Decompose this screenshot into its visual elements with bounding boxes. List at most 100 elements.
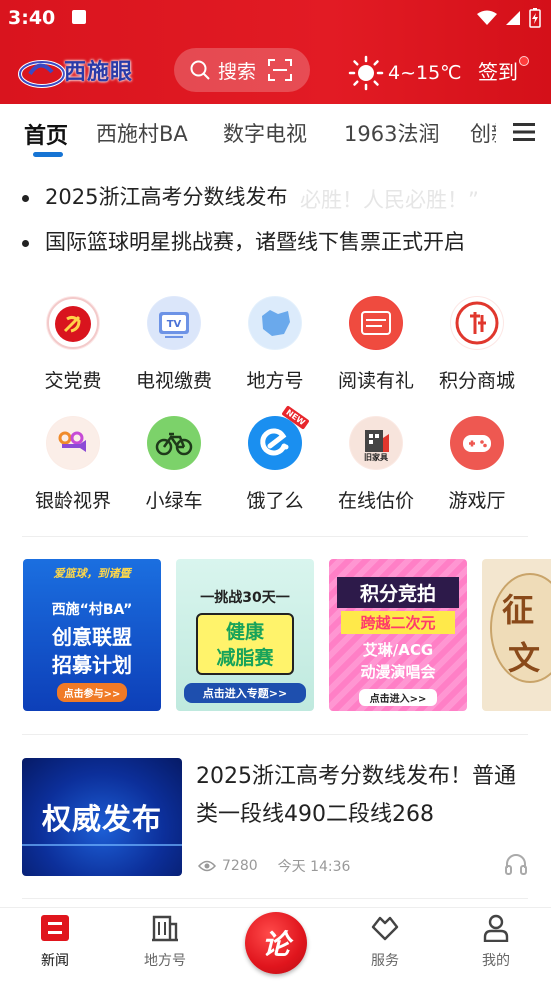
banner-text: 跨越二次元 bbox=[341, 611, 455, 634]
eye-icon bbox=[198, 860, 216, 872]
banner-points-auction[interactable]: 积分竞拍 跨越二次元 艾琳/ACG 动漫演唱会 点击进入>> bbox=[329, 559, 467, 711]
service-label: 小绿车 bbox=[145, 490, 203, 512]
news-icon bbox=[41, 915, 69, 941]
reading-icon bbox=[349, 296, 403, 350]
banner-fitness[interactable]: 一挑战30天一 健康 减脂赛 点击进入专题>> bbox=[176, 559, 314, 711]
tab-1963-law[interactable]: 1963法润 bbox=[344, 118, 439, 148]
weather-widget[interactable]: 4~15℃ bbox=[348, 55, 462, 91]
banner-text: 爱篮球，到诸暨 bbox=[53, 567, 131, 580]
nav-news[interactable]: 新闻 bbox=[15, 914, 95, 970]
bike-icon bbox=[147, 416, 201, 470]
service-label: 银龄视界 bbox=[34, 490, 111, 512]
weather-temperature: 4~15℃ bbox=[388, 62, 462, 84]
tab-home[interactable]: 首页 bbox=[24, 118, 68, 150]
service-silver-vision[interactable]: 银龄视界 bbox=[23, 416, 123, 513]
service-party-fee[interactable]: 交党费 bbox=[23, 296, 123, 393]
gamepad-icon bbox=[450, 416, 504, 470]
nav-label: 地方号 bbox=[144, 953, 186, 969]
service-label: 地方号 bbox=[246, 370, 304, 392]
nav-services[interactable]: 服务 bbox=[345, 914, 425, 970]
nav-local-account[interactable]: 地方号 bbox=[125, 914, 205, 970]
tab-digital-tv[interactable]: 数字电视 bbox=[223, 118, 307, 148]
service-label: 饿了么 bbox=[246, 490, 304, 512]
news-title[interactable]: 2025浙江高考分数线发布！普通类一段线490二段线268 bbox=[196, 758, 526, 834]
svg-text:TV: TV bbox=[167, 319, 182, 330]
party-icon bbox=[46, 296, 100, 350]
banner-text: 招募计划 bbox=[52, 653, 132, 677]
forum-button-label: 论 bbox=[261, 928, 290, 961]
service-tv-fee[interactable]: TV 电视缴费 bbox=[124, 296, 224, 393]
search-box[interactable]: 搜索 bbox=[174, 48, 310, 92]
bullet-dot bbox=[22, 239, 29, 247]
banner-cta: 点击进入>> bbox=[359, 689, 437, 706]
news-meta: 7280 今天 14:36 bbox=[198, 856, 350, 876]
banner-essay[interactable]: 征 文 bbox=[482, 559, 551, 711]
headline-text: 2025浙江高考分数线发布 bbox=[45, 185, 288, 209]
banner-text: 文 bbox=[507, 639, 540, 677]
status-time: 3:40 bbox=[8, 7, 56, 29]
banner-text: 减脂赛 bbox=[216, 647, 274, 669]
news-thumbnail[interactable]: 权威发布 bbox=[22, 758, 182, 876]
service-label: 积分商城 bbox=[438, 370, 515, 392]
battery-icon bbox=[529, 8, 541, 28]
service-eleme[interactable]: NEW 饿了么 bbox=[225, 405, 325, 513]
video-icon bbox=[46, 416, 100, 470]
logo-swoosh-icon bbox=[18, 60, 66, 88]
banner-text: 艾琳/ACG bbox=[362, 641, 434, 659]
points-icon bbox=[450, 296, 504, 350]
headline-text: 国际篮球明星挑战赛，诸暨线下售票正式开启 bbox=[45, 230, 465, 254]
section-divider bbox=[22, 734, 528, 735]
thumb-glow-line bbox=[22, 844, 182, 846]
service-reading-gift[interactable]: 阅读有礼 bbox=[326, 296, 426, 393]
active-tab-indicator bbox=[33, 152, 63, 157]
service-online-valuation[interactable]: 旧家具 在线估价 bbox=[326, 416, 426, 513]
banner-text: 一挑战30天一 bbox=[200, 590, 290, 606]
user-icon bbox=[483, 914, 509, 943]
headline-item[interactable]: 2025浙江高考分数线发布 bbox=[22, 181, 542, 211]
news-thumb-text: 权威发布 bbox=[41, 802, 162, 836]
wifi-icon bbox=[477, 10, 497, 25]
section-divider bbox=[22, 898, 528, 899]
news-views: 7280 bbox=[222, 858, 258, 874]
service-points-mall[interactable]: 积分商城 bbox=[427, 296, 527, 393]
channel-tabs: 首页 西施村BA 数字电视 1963法润 创新 bbox=[0, 104, 551, 160]
eleme-icon: NEW bbox=[248, 405, 310, 470]
signin-button[interactable]: 签到 bbox=[478, 56, 518, 85]
service-label: 电视缴费 bbox=[135, 370, 212, 392]
banner-cta: 点击参与>> bbox=[57, 683, 127, 702]
top-header: 3:40 西施眼 搜索 4~15℃ 签到 bbox=[0, 0, 551, 104]
nav-label: 服务 bbox=[371, 953, 399, 969]
section-divider bbox=[22, 536, 528, 537]
service-label: 阅读有礼 bbox=[337, 370, 414, 392]
banner-text: 西施“村BA” bbox=[51, 602, 133, 618]
scan-icon[interactable] bbox=[268, 59, 293, 81]
headphones-icon[interactable] bbox=[504, 852, 528, 876]
sun-icon bbox=[348, 55, 384, 91]
banner-cta: 点击进入专题>> bbox=[184, 683, 306, 703]
forum-center-button[interactable]: 论 bbox=[245, 912, 307, 974]
status-bar: 3:40 bbox=[0, 0, 551, 38]
search-icon bbox=[190, 60, 210, 80]
svg-text:旧家具: 旧家具 bbox=[364, 452, 388, 462]
headline-item[interactable]: 国际篮球明星挑战赛，诸暨线下售票正式开启 bbox=[22, 226, 542, 256]
banner-village-ba[interactable]: 爱篮球，到诸暨 西施“村BA” 创意联盟 招募计划 点击参与>> bbox=[23, 559, 161, 711]
banner-text: 动漫演唱会 bbox=[360, 663, 436, 681]
service-label: 在线估价 bbox=[337, 490, 414, 512]
service-game-hall[interactable]: 游戏厅 bbox=[427, 416, 527, 513]
nav-label: 我的 bbox=[482, 953, 510, 969]
search-placeholder: 搜索 bbox=[218, 60, 257, 83]
service-label: 交党费 bbox=[44, 370, 102, 392]
app-logo[interactable]: 西施眼 bbox=[18, 50, 142, 92]
service-local-account[interactable]: 地方号 bbox=[225, 296, 325, 393]
nav-profile[interactable]: 我的 bbox=[456, 914, 536, 970]
banner-text: 健康 bbox=[225, 621, 264, 643]
service-green-bike[interactable]: 小绿车 bbox=[124, 416, 224, 513]
banner-text: 征 bbox=[501, 591, 534, 629]
channel-menu-button[interactable] bbox=[496, 106, 551, 158]
banner-text: 积分竞拍 bbox=[337, 577, 459, 608]
signal-icon bbox=[506, 11, 520, 25]
status-icons bbox=[477, 8, 541, 28]
service-label: 游戏厅 bbox=[448, 490, 506, 512]
news-time: 今天 14:36 bbox=[277, 859, 351, 875]
tab-village-ba[interactable]: 西施村BA bbox=[96, 118, 188, 148]
